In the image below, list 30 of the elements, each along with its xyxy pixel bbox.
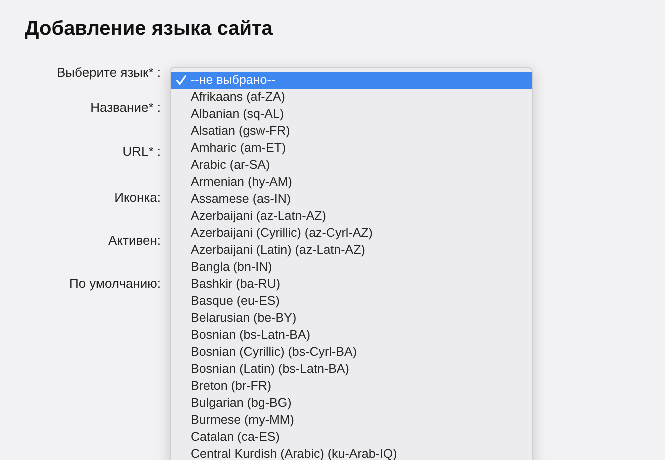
- field-label: Активен:: [108, 233, 161, 249]
- dropdown-option[interactable]: Bulgarian (bg-BG): [171, 395, 532, 412]
- dropdown-option[interactable]: Assamese (as-IN): [171, 191, 532, 208]
- dropdown-option[interactable]: Bosnian (Latin) (bs-Latn-BA): [171, 361, 532, 378]
- field-label: Иконка:: [114, 190, 161, 206]
- field-label: Название* :: [90, 100, 161, 116]
- dropdown-option[interactable]: Amharic (am-ET): [171, 140, 532, 157]
- field-label: Выберите язык* :: [57, 65, 161, 81]
- dropdown-option[interactable]: Bosnian (Cyrillic) (bs-Cyrl-BA): [171, 344, 532, 361]
- dropdown-option[interactable]: Belarusian (be-BY): [171, 310, 532, 327]
- dropdown-option[interactable]: Azerbaijani (Latin) (az-Latn-AZ): [171, 242, 532, 259]
- dropdown-option[interactable]: Breton (br-FR): [171, 378, 532, 395]
- field-label: По умолчанию:: [69, 276, 161, 292]
- dropdown-option[interactable]: Afrikaans (af-ZA): [171, 89, 532, 106]
- dropdown-option[interactable]: Bangla (bn-IN): [171, 259, 532, 276]
- dropdown-option[interactable]: Bashkir (ba-RU): [171, 276, 532, 293]
- dropdown-option[interactable]: Burmese (my-MM): [171, 412, 532, 429]
- dropdown-option[interactable]: --не выбрано--: [171, 72, 532, 89]
- dropdown-option[interactable]: Basque (eu-ES): [171, 293, 532, 310]
- dropdown-option[interactable]: Catalan (ca-ES): [171, 429, 532, 446]
- dropdown-option[interactable]: Armenian (hy-AM): [171, 174, 532, 191]
- dropdown-option[interactable]: Bosnian (bs-Latn-BA): [171, 327, 532, 344]
- dropdown-option[interactable]: Alsatian (gsw-FR): [171, 123, 532, 140]
- dropdown-option[interactable]: Arabic (ar-SA): [171, 157, 532, 174]
- field-label: URL* :: [122, 144, 161, 160]
- dropdown-option[interactable]: Azerbaijani (az-Latn-AZ): [171, 208, 532, 225]
- checkmark-icon: [176, 75, 187, 86]
- dropdown-option[interactable]: Albanian (sq-AL): [171, 106, 532, 123]
- page-title: Добавление языка сайта: [24, 17, 274, 41]
- dropdown-option[interactable]: Azerbaijani (Cyrillic) (az-Cyrl-AZ): [171, 225, 532, 242]
